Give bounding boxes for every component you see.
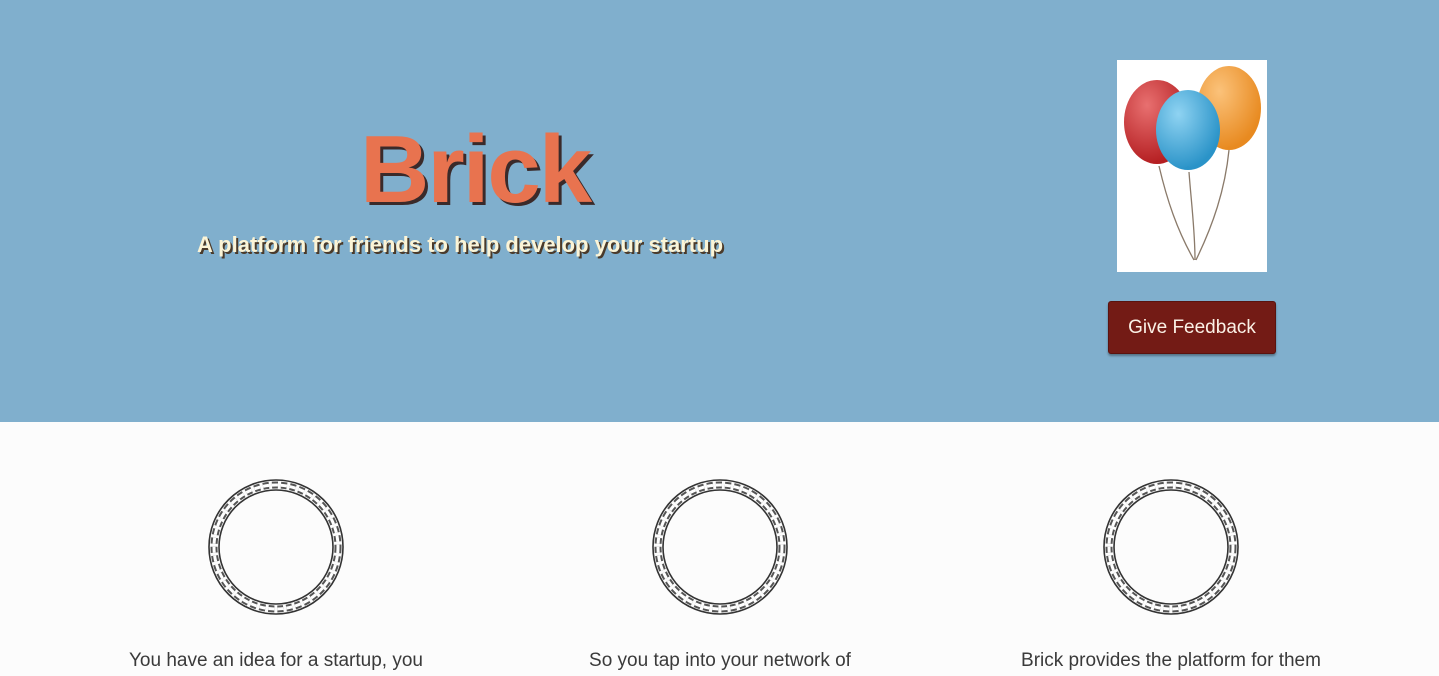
feature-text: So you tap into your network of — [589, 650, 851, 671]
tagline: A platform for friends to help develop y… — [197, 232, 724, 257]
feature-card-2: So you tap into your network of — [550, 472, 890, 672]
balloons-icon — [1117, 60, 1267, 272]
feature-card-3: Brick provides the platform for them — [1001, 472, 1341, 672]
feature-card-1: You have an idea for a startup, you — [106, 472, 446, 672]
hero-banner: Brick A platform for friends to help dev… — [0, 0, 1439, 422]
feature-text: Brick provides the platform for them — [1021, 650, 1321, 671]
braided-ring-icon — [652, 479, 788, 615]
braided-ring-icon — [1103, 479, 1239, 615]
braided-ring-icon — [208, 479, 344, 615]
feature-text: You have an idea for a startup, you — [128, 650, 423, 671]
brand-title: Brick — [360, 116, 592, 223]
give-feedback-button[interactable]: Give Feedback — [1108, 301, 1276, 354]
